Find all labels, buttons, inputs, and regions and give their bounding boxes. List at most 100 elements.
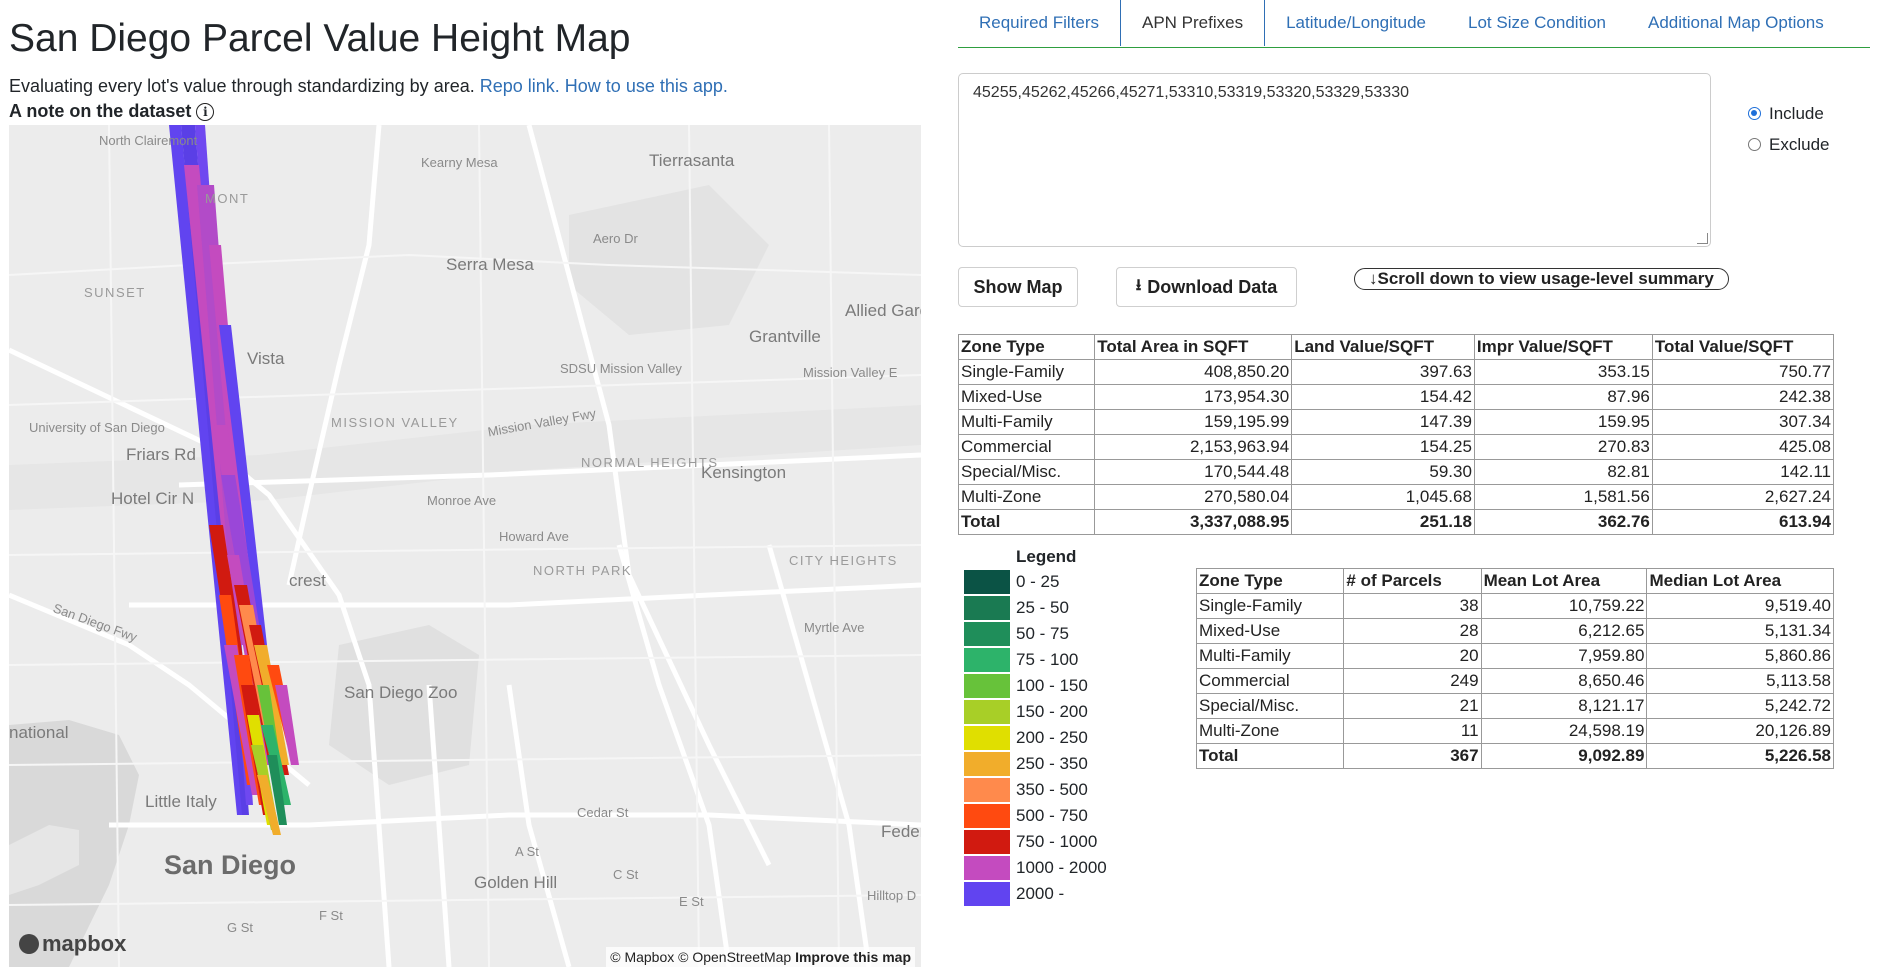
mapbox-logo[interactable]: mapbox [19,931,126,957]
dataset-note-label: A note on the dataset [9,101,192,121]
tab-latitude-longitude[interactable]: Latitude/Longitude [1265,0,1447,46]
table-cell: 154.42 [1291,384,1475,410]
parcel-map[interactable]: North Clairemont Kearny Mesa Tierrasanta… [9,125,921,967]
legend-label: 750 - 1000 [1016,832,1098,851]
legend-swatch [964,596,1010,620]
table-cell: 8,650.46 [1480,668,1648,694]
map-label-kensington: Kensington [701,463,787,482]
tab-required-filters[interactable]: Required Filters [958,0,1120,46]
tab-apn-prefixes[interactable]: APN Prefixes [1120,0,1266,46]
map-label-feder: Feder [881,822,921,841]
table-cell: 2,153,963.94 [1094,434,1293,460]
table-cell: Commercial [1195,668,1345,694]
legend-label: 2000 - [1016,884,1065,903]
table-cell: 170,544.48 [1094,459,1293,485]
table-cell: 147.39 [1291,409,1475,435]
table-row: Special/Misc. 170,544.48 59.30 82.81 142… [957,459,1835,485]
legend-item: 0 - 25 [964,569,1107,595]
howto-link[interactable]: How to use this app. [565,76,728,96]
include-radio-label: Include [1769,103,1824,123]
table-cell: Total [957,509,1096,535]
table-cell: 8,121.17 [1480,693,1648,719]
table-cell: 20,126.89 [1646,718,1834,744]
table-header-row: Zone Type # of Parcels Mean Lot Area Med… [1195,568,1834,594]
map-label-normal-heights: NORMAL HEIGHTS [581,455,719,470]
table-cell: Mixed-Use [957,384,1096,410]
map-label-serra-mesa: Serra Mesa [446,255,534,274]
legend-swatch [964,622,1010,646]
improve-map-link[interactable]: Improve this map [795,949,911,965]
exclude-radio-dot[interactable] [1748,138,1761,151]
table-header: Zone Type [957,334,1096,360]
table-cell: Special/Misc. [957,459,1096,485]
table-cell: 20 [1343,643,1482,669]
table-cell: 5,226.58 [1646,743,1834,769]
map-label-f-st: F St [319,908,343,923]
page-title: San Diego Parcel Value Height Map [9,17,631,60]
include-radio-dot[interactable] [1748,107,1761,120]
info-icon[interactable]: i [196,102,215,121]
legend-label: 25 - 50 [1016,598,1069,617]
exclude-radio[interactable]: Exclude [1748,129,1829,160]
table-cell: 154.25 [1291,434,1475,460]
table-cell: 367 [1343,743,1482,769]
legend-item: 50 - 75 [964,621,1107,647]
lot-summary-table: Zone Type # of Parcels Mean Lot Area Med… [1195,568,1834,769]
legend-label: 500 - 750 [1016,806,1088,825]
table-row: Commercial 249 8,650.46 5,113.58 [1195,668,1834,694]
repo-link[interactable]: Repo link. [480,76,560,96]
table-cell: 425.08 [1651,434,1835,460]
download-data-button[interactable]: ⭳ Download Data [1116,267,1297,307]
include-radio[interactable]: Include [1748,98,1829,129]
tab-additional-map-options[interactable]: Additional Map Options [1627,0,1845,46]
table-cell: 159.95 [1473,409,1653,435]
minor-roads [9,125,921,967]
table-cell: Multi-Family [1195,643,1345,669]
dataset-note[interactable]: A note on the dataset i [9,101,215,122]
map-label-mont: MONT [205,191,250,206]
map-label-howard-ave: Howard Ave [499,529,569,544]
map-label-little-italy: Little Italy [145,792,217,811]
attribution-text[interactable]: © Mapbox © OpenStreetMap [610,949,791,965]
table-row: Multi-Zone 11 24,598.19 20,126.89 [1195,718,1834,744]
table-row: Single-Family 38 10,759.22 9,519.40 [1195,593,1834,619]
table-cell: 28 [1343,618,1482,644]
legend-swatch [964,856,1010,880]
apn-prefixes-textarea[interactable]: 45255,45262,45266,45271,53310,53319,5332… [958,73,1711,247]
map-label-vista: Vista [247,349,285,368]
map-label-e-st: E St [679,894,704,909]
show-map-button[interactable]: Show Map [958,267,1078,307]
table-cell: Multi-Zone [957,484,1096,510]
table-cell: 87.96 [1473,384,1653,410]
map-label-grantville: Grantville [749,327,821,346]
legend-label: 0 - 25 [1016,572,1060,591]
table-cell: 9,092.89 [1480,743,1648,769]
table-header: # of Parcels [1343,568,1482,594]
legend-label: 50 - 75 [1016,624,1069,643]
table-header: Mean Lot Area [1480,568,1648,594]
resize-handle-icon[interactable] [1697,233,1708,244]
table-cell: 3,337,088.95 [1094,509,1293,535]
tab-lot-size-condition[interactable]: Lot Size Condition [1447,0,1627,46]
table-cell: 408,850.20 [1094,359,1293,385]
table-cell: 5,131.34 [1646,618,1834,644]
map-label-crest: crest [289,571,326,590]
table-cell: 5,242.72 [1646,693,1834,719]
legend-label: 200 - 250 [1016,728,1088,747]
table-header: Land Value/SQFT [1291,334,1475,360]
legend-swatch [964,830,1010,854]
legend-swatch [964,570,1010,594]
table-cell: 9,519.40 [1646,593,1834,619]
legend-rows: 0 - 25 25 - 50 50 - 75 75 - 100 100 - 150 150… [964,569,1107,907]
mapbox-logo-icon [19,934,39,954]
map-label-tierrasanta: Tierrasanta [649,151,735,170]
table-cell: Special/Misc. [1195,693,1345,719]
map-label-g-st: G St [227,920,254,935]
map-label-north-park: NORTH PARK [533,563,633,578]
legend-item: 25 - 50 [964,595,1107,621]
map-label-hotel-cir: Hotel Cir N [111,489,195,508]
legend-swatch [964,700,1010,724]
map-label-national: national [9,723,69,742]
scroll-down-button[interactable]: ↓Scroll down to view usage-level summary [1354,268,1729,290]
map-label-san-diego-zoo: San Diego Zoo [344,683,458,702]
